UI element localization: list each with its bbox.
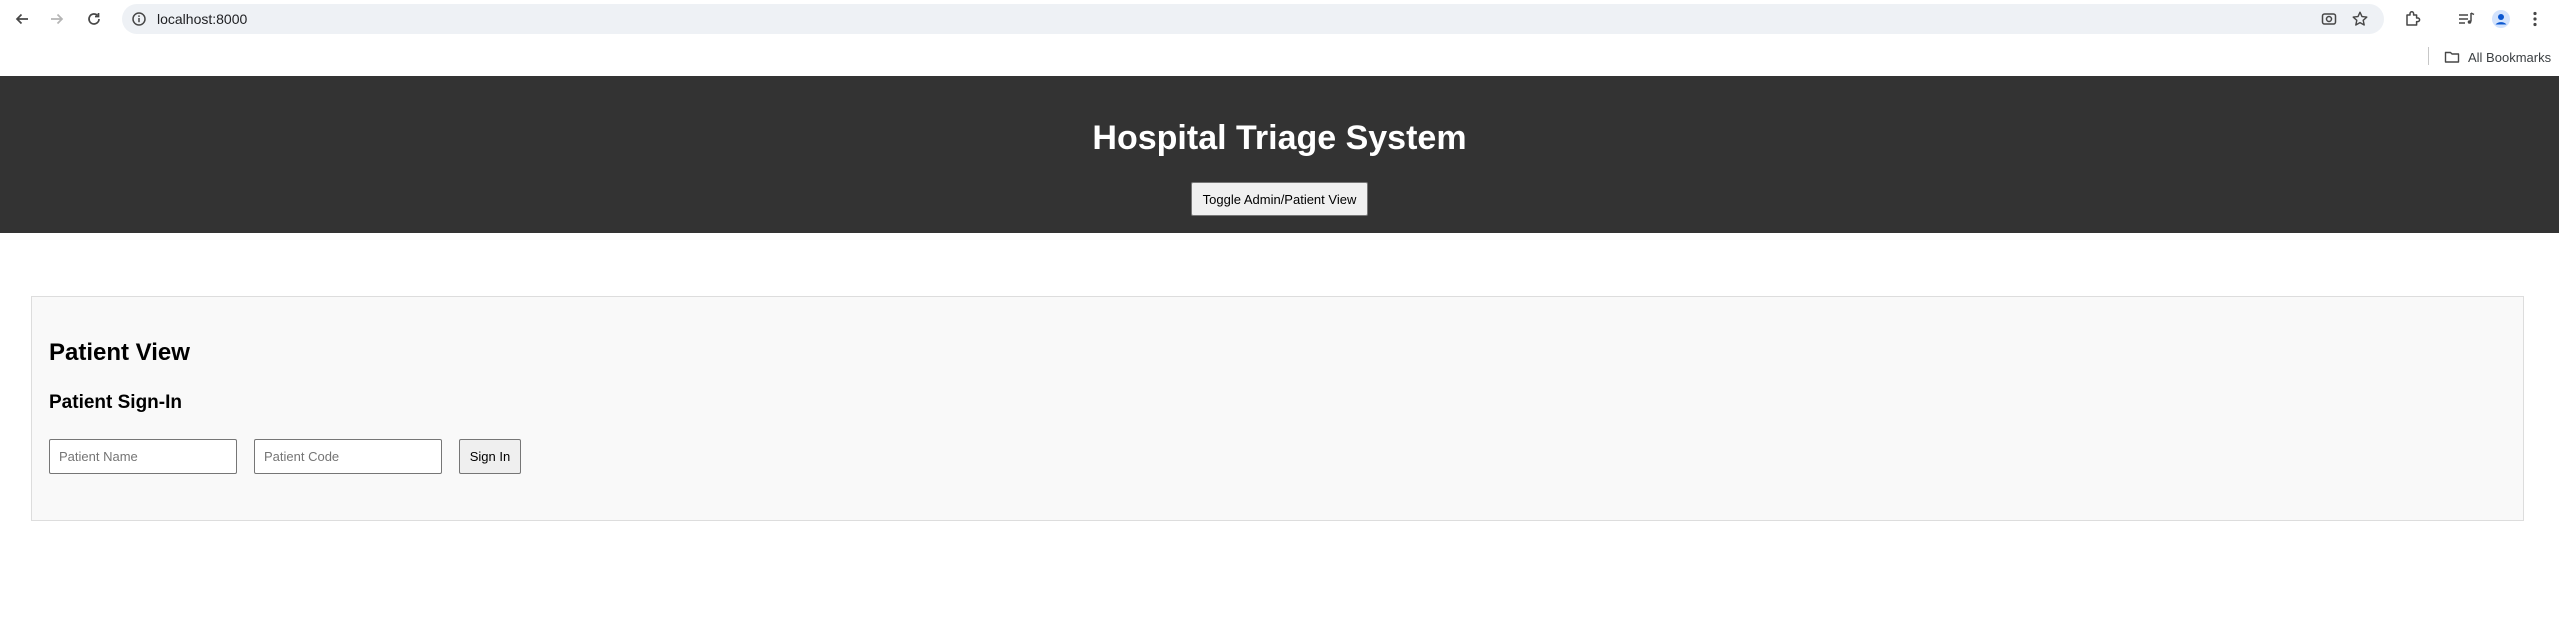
site-info-icon[interactable]: [131, 11, 147, 27]
bookmarks-bar: All Bookmarks: [0, 38, 2559, 76]
browser-toolbar: localhost:8000: [0, 0, 2559, 38]
reload-button[interactable]: [82, 7, 106, 31]
kebab-menu-icon[interactable]: [2525, 9, 2545, 29]
back-button[interactable]: [10, 7, 34, 31]
bookmarks-divider: [2428, 47, 2429, 65]
url-text[interactable]: localhost:8000: [157, 11, 247, 27]
page-title: Hospital Triage System: [1092, 119, 1467, 157]
back-arrow-icon: [15, 13, 28, 25]
address-bar[interactable]: localhost:8000: [122, 4, 2384, 34]
signin-title: Patient Sign-In: [49, 392, 182, 413]
page-header: Hospital Triage System Toggle Admin/Pati…: [0, 76, 2559, 233]
all-bookmarks-button[interactable]: All Bookmarks: [2444, 46, 2551, 68]
patient-code-input[interactable]: [254, 439, 442, 474]
forward-arrow-icon: [51, 13, 64, 25]
media-controls-icon[interactable]: [2456, 9, 2476, 29]
profile-avatar-icon[interactable]: [2491, 9, 2511, 29]
star-icon[interactable]: [2351, 10, 2369, 28]
reload-icon: [88, 13, 100, 25]
sign-in-button[interactable]: Sign In: [459, 439, 521, 474]
view-title: Patient View: [49, 339, 190, 366]
patient-view-panel: Patient View Patient Sign-In Sign In: [31, 296, 2524, 521]
extensions-icon[interactable]: [2403, 9, 2423, 29]
patient-name-input[interactable]: [49, 439, 237, 474]
folder-icon: [2444, 51, 2460, 63]
screenshot-icon[interactable]: [2320, 10, 2338, 28]
forward-button[interactable]: [45, 7, 69, 31]
toggle-view-button[interactable]: Toggle Admin/Patient View: [1191, 182, 1368, 216]
all-bookmarks-label: All Bookmarks: [2468, 49, 2552, 65]
